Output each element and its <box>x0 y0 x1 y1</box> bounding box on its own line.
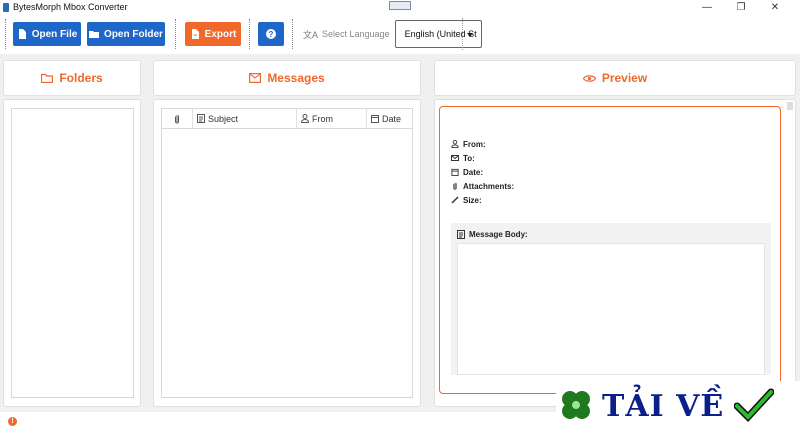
select-language-label: 文A Select Language <box>303 28 390 41</box>
restore-button[interactable]: ❐ <box>724 0 758 14</box>
toolbar-grip <box>5 19 6 49</box>
preview-title: Preview <box>601 71 648 85</box>
folders-header: Folders <box>3 60 141 96</box>
toolbar-separator <box>249 19 250 49</box>
preview-from-label: From: <box>463 139 486 149</box>
file-icon <box>18 29 26 39</box>
message-body-label: Message Body: <box>469 230 528 239</box>
subject-column[interactable]: Subject <box>192 109 296 128</box>
document-icon <box>457 230 465 239</box>
export-label: Export <box>204 28 237 40</box>
checkmark-icon <box>734 388 775 423</box>
app-icon <box>3 2 9 12</box>
preview-frame: From: To: Date: Attachments: Size: Messa… <box>439 106 781 394</box>
translate-icon: 文A <box>303 29 319 40</box>
toolbar-end-grip <box>462 18 465 50</box>
toolbar-separator <box>292 19 293 49</box>
folders-title: Folders <box>59 71 103 85</box>
message-body-section: Message Body: <box>451 223 771 375</box>
close-button[interactable]: ✕ <box>758 0 792 14</box>
window-handle-icon[interactable] <box>389 1 411 10</box>
messages-table[interactable]: Subject From Date <box>161 108 413 398</box>
preview-scrollbar[interactable] <box>787 102 793 110</box>
folder-open-icon <box>89 31 100 38</box>
messages-title: Messages <box>267 71 325 85</box>
paperclip-icon <box>175 114 179 123</box>
preview-date-row: Date: <box>451 165 514 179</box>
export-button[interactable]: Export <box>185 22 241 46</box>
language-dropdown[interactable]: English (United St <box>394 20 482 48</box>
date-column[interactable]: Date <box>366 109 412 128</box>
from-column-label: From <box>312 113 333 124</box>
toolbar: Open File Open Folder Export ? 文A Select… <box>0 14 800 54</box>
export-file-icon <box>191 29 199 39</box>
paperclip-icon <box>453 182 457 190</box>
user-icon <box>301 114 309 123</box>
messages-icon <box>249 73 262 83</box>
ruler-icon <box>451 196 459 204</box>
open-file-button[interactable]: Open File <box>13 22 81 46</box>
open-folder-button[interactable]: Open Folder <box>87 22 165 46</box>
preview-size-label: Size: <box>463 195 482 205</box>
attachment-column[interactable] <box>162 109 192 128</box>
chevron-down-icon <box>466 33 473 37</box>
calendar-icon <box>451 168 459 176</box>
title-bar: BytesMorph Mbox Converter — ❐ ✕ <box>0 0 800 14</box>
window-title: BytesMorph Mbox Converter <box>13 2 128 12</box>
open-file-label: Open File <box>31 28 78 40</box>
watermark-text: TẢI VỀ <box>602 388 725 424</box>
document-icon <box>197 114 205 123</box>
preview-attachments-row: Attachments: <box>451 179 514 193</box>
user-icon <box>451 140 459 148</box>
preview-panel: From: To: Date: Attachments: Size: Messa… <box>434 99 796 407</box>
message-body-content[interactable] <box>457 243 765 375</box>
folder-icon <box>41 73 54 83</box>
folders-tree[interactable] <box>11 108 134 398</box>
preview-from-row: From: <box>451 137 514 151</box>
date-column-label: Date <box>382 113 402 124</box>
help-button[interactable]: ? <box>258 22 284 46</box>
eye-icon <box>582 74 596 82</box>
calendar-icon <box>371 115 379 123</box>
preview-header: Preview <box>434 60 796 96</box>
envelope-icon <box>451 155 459 161</box>
preview-to-row: To: <box>451 151 514 165</box>
folders-panel <box>3 99 141 407</box>
from-column[interactable]: From <box>296 109 366 128</box>
preview-size-row: Size: <box>451 193 514 207</box>
preview-metadata: From: To: Date: Attachments: Size: <box>451 137 514 207</box>
watermark: TẢI VỀ <box>556 381 800 431</box>
clover-icon <box>562 391 590 419</box>
open-folder-label: Open Folder <box>104 28 163 40</box>
minimize-button[interactable]: — <box>690 0 724 14</box>
preview-attachments-label: Attachments: <box>463 181 515 191</box>
message-body-header: Message Body: <box>451 223 771 239</box>
status-alert-icon[interactable]: ! <box>8 417 17 426</box>
subject-column-label: Subject <box>208 113 239 124</box>
preview-date-label: Date: <box>463 167 484 177</box>
help-icon: ? <box>266 29 276 39</box>
messages-header: Messages <box>153 60 421 96</box>
select-language-text: Select Language <box>322 29 390 39</box>
messages-table-header: Subject From Date <box>162 109 412 129</box>
preview-to-label: To: <box>463 153 475 163</box>
messages-panel: Subject From Date <box>153 99 421 407</box>
toolbar-separator <box>175 19 176 49</box>
